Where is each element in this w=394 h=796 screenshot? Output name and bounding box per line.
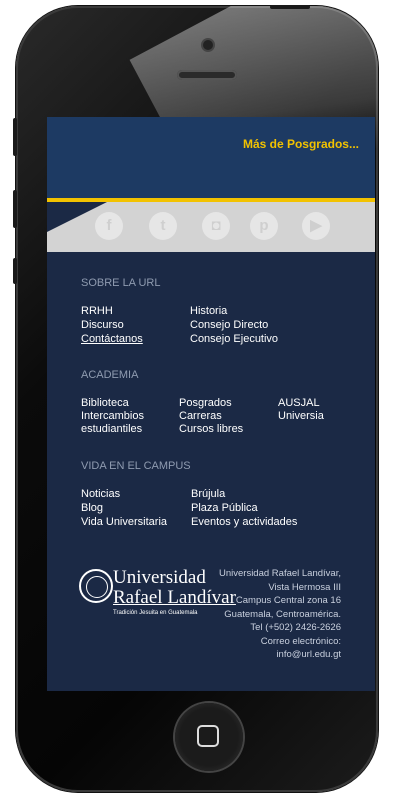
campus-section-title: VIDA EN EL CAMPUS (81, 460, 191, 472)
mute-switch (13, 258, 17, 284)
link-carreras[interactable]: Carreras (179, 409, 222, 423)
link-universia[interactable]: Universia (278, 409, 324, 423)
academia-section-title: ACADEMIA (81, 369, 139, 381)
top-bar: Más de Posgrados... (47, 117, 375, 198)
link-brujula[interactable]: Brújula (191, 487, 225, 501)
email-link[interactable]: info@url.edu.gt (219, 648, 341, 662)
home-button[interactable] (175, 703, 243, 771)
front-camera (203, 40, 213, 50)
address-line: Guatemala, Centroamérica. (224, 608, 341, 620)
address-line: Vista Hermosa III (268, 581, 341, 593)
link-intercambios[interactable]: Intercambios (81, 409, 144, 423)
link-vida-universitaria[interactable]: Vida Universitaria (81, 515, 167, 529)
link-ausjal[interactable]: AUSJAL (278, 396, 320, 410)
instagram-icon[interactable]: ◘ (202, 212, 230, 240)
link-posgrados[interactable]: Posgrados (179, 396, 232, 410)
youtube-icon[interactable]: ▶ (302, 212, 330, 240)
power-button (270, 5, 310, 9)
university-seal-icon (79, 569, 113, 603)
link-rrhh[interactable]: RRHH (81, 304, 113, 318)
address-line: Campus Central zona 16 (235, 595, 341, 606)
link-consejo-directo[interactable]: Consejo Directo (190, 318, 268, 332)
home-square-icon (197, 725, 219, 747)
link-noticias[interactable]: Noticias (81, 487, 120, 501)
sobre-section-title: SOBRE LA URL (81, 277, 161, 289)
logo-line1: Universidad (113, 567, 206, 588)
link-contactanos[interactable]: Contáctanos (81, 332, 143, 346)
link-biblioteca[interactable]: Biblioteca (81, 396, 129, 410)
phone-screen: Más de Posgrados... f t ◘ p ▶ SOBRE LA U… (47, 117, 375, 691)
link-estudiantiles[interactable]: estudiantiles (81, 422, 142, 436)
volume-up-button (13, 118, 17, 156)
link-eventos[interactable]: Eventos y actividades (191, 515, 297, 529)
link-blog[interactable]: Blog (81, 501, 103, 515)
address-block: Universidad Rafael Landívar, Vista Hermo… (219, 567, 341, 662)
logo-tagline: Tradición Jesuita en Guatemala (113, 610, 198, 616)
more-postgrad-link[interactable]: Más de Posgrados... (243, 137, 359, 151)
pinterest-icon[interactable]: p (250, 212, 278, 240)
link-historia[interactable]: Historia (190, 304, 227, 318)
link-discurso[interactable]: Discurso (81, 318, 124, 332)
link-consejo-ejecutivo[interactable]: Consejo Ejecutivo (190, 332, 278, 346)
email-label: Correo electrónico: (260, 635, 341, 647)
link-plaza-publica[interactable]: Plaza Pública (191, 501, 258, 515)
link-cursos-libres[interactable]: Cursos libres (179, 422, 243, 436)
volume-down-button (13, 190, 17, 228)
address-line: Universidad Rafael Landívar, (219, 568, 341, 579)
logo-line2: Rafael Landívar (113, 587, 236, 608)
earpiece-speaker (177, 70, 237, 80)
twitter-icon[interactable]: t (149, 212, 177, 240)
phone-number: Tel (+502) 2426-2626 (250, 622, 341, 633)
facebook-icon[interactable]: f (95, 212, 123, 240)
